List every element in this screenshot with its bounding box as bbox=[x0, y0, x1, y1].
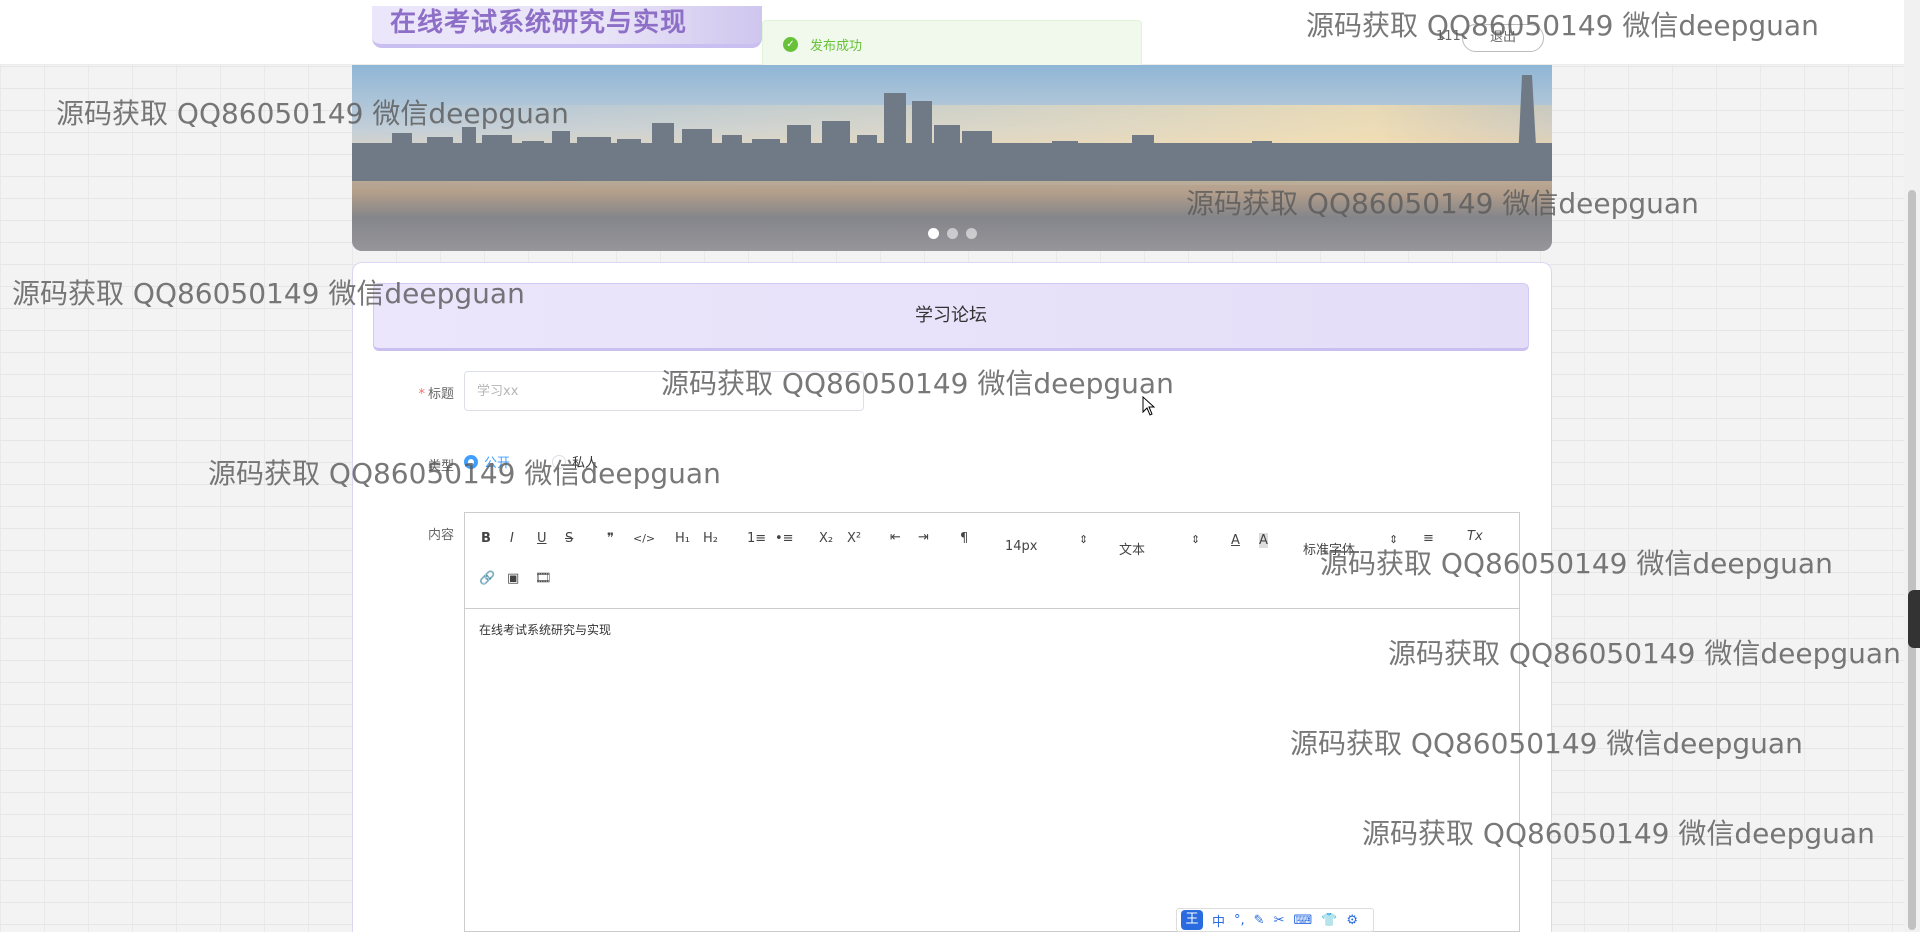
ime-skin-icon[interactable]: 👕 bbox=[1321, 913, 1337, 928]
font-family-select[interactable]: 标准字体 bbox=[1303, 539, 1355, 558]
editor-toolbar: B I U S ❞ </> H₁ H₂ 1≡ •≡ X₂ X² ⇤ ⇥ ¶ 14… bbox=[465, 513, 1519, 609]
editor-content[interactable]: 在线考试系统研究与实现 bbox=[465, 609, 1519, 650]
font-color-button[interactable]: A bbox=[1231, 533, 1240, 548]
outdent-button[interactable]: ⇤ bbox=[890, 530, 901, 545]
site-title: 在线考试系统研究与实现 bbox=[372, 6, 762, 48]
bullet-list-button[interactable]: •≡ bbox=[775, 531, 794, 546]
chevron-updown-icon: ⇕ bbox=[1191, 533, 1201, 546]
align-button[interactable]: ≡ bbox=[1423, 531, 1434, 546]
ime-logo-icon[interactable]: 王 bbox=[1181, 910, 1203, 930]
rtl-button[interactable]: ¶ bbox=[960, 531, 968, 546]
ime-pen-icon[interactable]: ✎ bbox=[1254, 913, 1265, 928]
subscript-button[interactable]: X₂ bbox=[819, 531, 833, 546]
radio-private-label: 私人 bbox=[572, 456, 599, 471]
superscript-button[interactable]: X² bbox=[847, 531, 861, 546]
logout-button[interactable]: 退出 bbox=[1462, 24, 1544, 52]
radio-public-label: 公开 bbox=[484, 456, 511, 471]
top-bar: 在线考试系统研究与实现 ✓ 发布成功 111 退出 bbox=[0, 0, 1904, 68]
blockquote-button[interactable]: ❞ bbox=[607, 531, 614, 546]
required-mark: * bbox=[418, 387, 425, 402]
toast-message: 发布成功 bbox=[810, 38, 863, 54]
title-label-text: 标题 bbox=[427, 387, 454, 402]
check-circle-icon: ✓ bbox=[783, 36, 798, 52]
radio-circle[interactable] bbox=[464, 454, 478, 469]
carousel-dot[interactable] bbox=[927, 228, 939, 239]
ime-punctuation-icon[interactable]: °, bbox=[1234, 913, 1245, 928]
ime-scissors-icon[interactable]: ✂ bbox=[1274, 913, 1285, 928]
chevron-updown-icon: ⇕ bbox=[1389, 533, 1399, 546]
carousel-dot[interactable] bbox=[965, 228, 977, 239]
video-button[interactable]: 🎞 bbox=[535, 571, 552, 586]
chevron-updown-icon: ⇕ bbox=[1079, 533, 1089, 546]
rich-text-editor[interactable]: B I U S ❞ </> H₁ H₂ 1≡ •≡ X₂ X² ⇤ ⇥ ¶ 14… bbox=[464, 512, 1520, 932]
radio-private[interactable]: 私人 bbox=[552, 452, 598, 471]
link-button[interactable]: 🔗 bbox=[479, 571, 495, 586]
italic-button[interactable]: I bbox=[510, 531, 514, 546]
mouse-cursor-icon bbox=[1142, 396, 1156, 416]
title-label: * 标题 bbox=[384, 383, 454, 402]
h1-button[interactable]: H₁ bbox=[675, 531, 690, 546]
size-select[interactable]: 14px bbox=[1005, 539, 1038, 554]
success-toast: ✓ 发布成功 bbox=[762, 20, 1142, 68]
ime-keyboard-icon[interactable]: ⌨ bbox=[1293, 913, 1312, 928]
ime-settings-icon[interactable]: ⚙ bbox=[1346, 913, 1358, 928]
carousel-dot[interactable] bbox=[946, 228, 958, 239]
h2-button[interactable]: H₂ bbox=[703, 531, 718, 546]
city-skyline-image bbox=[352, 75, 1552, 251]
content-label: 内容 bbox=[427, 528, 454, 543]
strike-button[interactable]: S bbox=[565, 531, 573, 546]
clean-format-button[interactable]: Tx bbox=[1467, 529, 1483, 544]
scrollbar-thumb[interactable] bbox=[1908, 190, 1916, 930]
radio-circle[interactable] bbox=[552, 454, 566, 469]
type-label: 类型 bbox=[427, 459, 454, 474]
ime-toolbar[interactable]: 王 中 °, ✎ ✂ ⌨ 👕 ⚙ bbox=[1176, 908, 1374, 932]
side-handle[interactable] bbox=[1908, 590, 1920, 648]
code-button[interactable]: </> bbox=[633, 532, 655, 545]
underline-button[interactable]: U bbox=[537, 531, 547, 546]
carousel-dots bbox=[352, 228, 1552, 239]
radio-public[interactable]: 公开 bbox=[464, 452, 510, 471]
indent-button[interactable]: ⇥ bbox=[918, 530, 929, 545]
background-color-button[interactable]: A bbox=[1259, 533, 1268, 548]
ime-chinese-icon[interactable]: 中 bbox=[1212, 911, 1225, 930]
banner-carousel[interactable] bbox=[352, 65, 1552, 251]
ordered-list-button[interactable]: 1≡ bbox=[747, 531, 766, 546]
image-button[interactable]: ▣ bbox=[507, 571, 519, 586]
user-name: 111 bbox=[1436, 29, 1461, 44]
bold-button[interactable]: B bbox=[481, 531, 491, 546]
page-scrollbar[interactable] bbox=[1904, 0, 1920, 932]
header-select[interactable]: 文本 bbox=[1119, 539, 1145, 558]
panel-heading: 学习论坛 bbox=[373, 283, 1529, 351]
title-input[interactable] bbox=[464, 371, 864, 411]
